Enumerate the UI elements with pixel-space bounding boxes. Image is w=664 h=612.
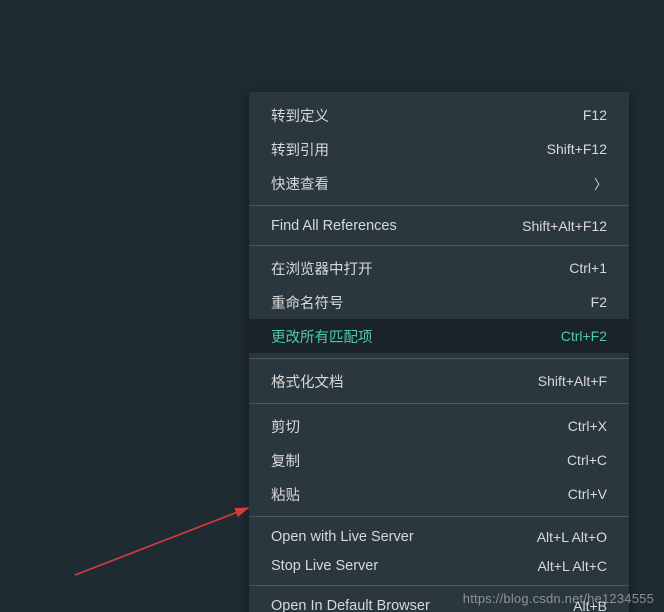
menu-item-shortcut: Ctrl+F2 bbox=[561, 328, 607, 344]
menu-item[interactable]: 更改所有匹配项 Ctrl+F2 bbox=[249, 319, 629, 353]
menu-item-shortcut: Ctrl+V bbox=[568, 486, 607, 502]
menu-item-shortcut: Shift+Alt+F bbox=[538, 373, 607, 389]
menu-item-shortcut: Shift+Alt+F12 bbox=[522, 218, 607, 234]
menu-item[interactable]: Find All References Shift+Alt+F12 bbox=[249, 211, 629, 240]
menu-item-shortcut: Alt+L Alt+O bbox=[537, 529, 607, 545]
menu-item-label: Find All References bbox=[271, 218, 502, 234]
menu-item-label: 复制 bbox=[271, 450, 547, 471]
menu-item-label: Open with Live Server bbox=[271, 529, 517, 545]
menu-item[interactable]: 重命名符号 F2 bbox=[249, 285, 629, 319]
menu-separator bbox=[249, 585, 629, 586]
menu-item-shortcut: F2 bbox=[591, 294, 607, 310]
menu-item[interactable]: Open with Live Server Alt+L Alt+O bbox=[249, 522, 629, 551]
watermark-text: https://blog.csdn.net/he1234555 bbox=[463, 591, 654, 606]
menu-separator bbox=[249, 403, 629, 404]
menu-item[interactable]: 转到引用 Shift+F12 bbox=[249, 132, 629, 166]
annotation-arrow bbox=[70, 445, 270, 585]
menu-item-label: 粘贴 bbox=[271, 484, 548, 505]
context-menu: 转到定义 F12 转到引用 Shift+F12 快速查看〉 Find All Refere… bbox=[249, 92, 629, 612]
menu-separator bbox=[249, 245, 629, 246]
menu-item-label: 更改所有匹配项 bbox=[271, 326, 541, 347]
chevron-right-icon: 〉 bbox=[594, 174, 607, 193]
menu-item-label: 转到引用 bbox=[271, 139, 527, 160]
menu-item-label: 格式化文档 bbox=[271, 371, 518, 392]
menu-item[interactable]: 剪切 Ctrl+X bbox=[249, 409, 629, 443]
menu-item-label: 转到定义 bbox=[271, 105, 563, 126]
menu-item-label: Stop Live Server bbox=[271, 558, 517, 574]
menu-item-label: 重命名符号 bbox=[271, 292, 571, 313]
menu-item-shortcut: Shift+F12 bbox=[547, 141, 607, 157]
menu-separator bbox=[249, 358, 629, 359]
menu-item[interactable]: 格式化文档 Shift+Alt+F bbox=[249, 364, 629, 398]
menu-item[interactable]: 快速查看〉 bbox=[249, 166, 629, 200]
menu-item-shortcut: Alt+L Alt+C bbox=[537, 558, 607, 574]
menu-item-shortcut: F12 bbox=[583, 107, 607, 123]
menu-separator bbox=[249, 516, 629, 517]
menu-item[interactable]: 转到定义 F12 bbox=[249, 98, 629, 132]
menu-item-shortcut: Ctrl+X bbox=[568, 418, 607, 434]
menu-item-shortcut: Ctrl+C bbox=[567, 452, 607, 468]
menu-separator bbox=[249, 205, 629, 206]
menu-item-label: 快速查看 bbox=[271, 173, 594, 194]
menu-item-shortcut: Ctrl+1 bbox=[569, 260, 607, 276]
menu-item[interactable]: Stop Live Server Alt+L Alt+C bbox=[249, 551, 629, 580]
menu-item[interactable]: 粘贴 Ctrl+V bbox=[249, 477, 629, 511]
menu-item[interactable]: 在浏览器中打开 Ctrl+1 bbox=[249, 251, 629, 285]
menu-item-label: 剪切 bbox=[271, 416, 548, 437]
menu-item-label: 在浏览器中打开 bbox=[271, 258, 549, 279]
menu-item[interactable]: 复制 Ctrl+C bbox=[249, 443, 629, 477]
